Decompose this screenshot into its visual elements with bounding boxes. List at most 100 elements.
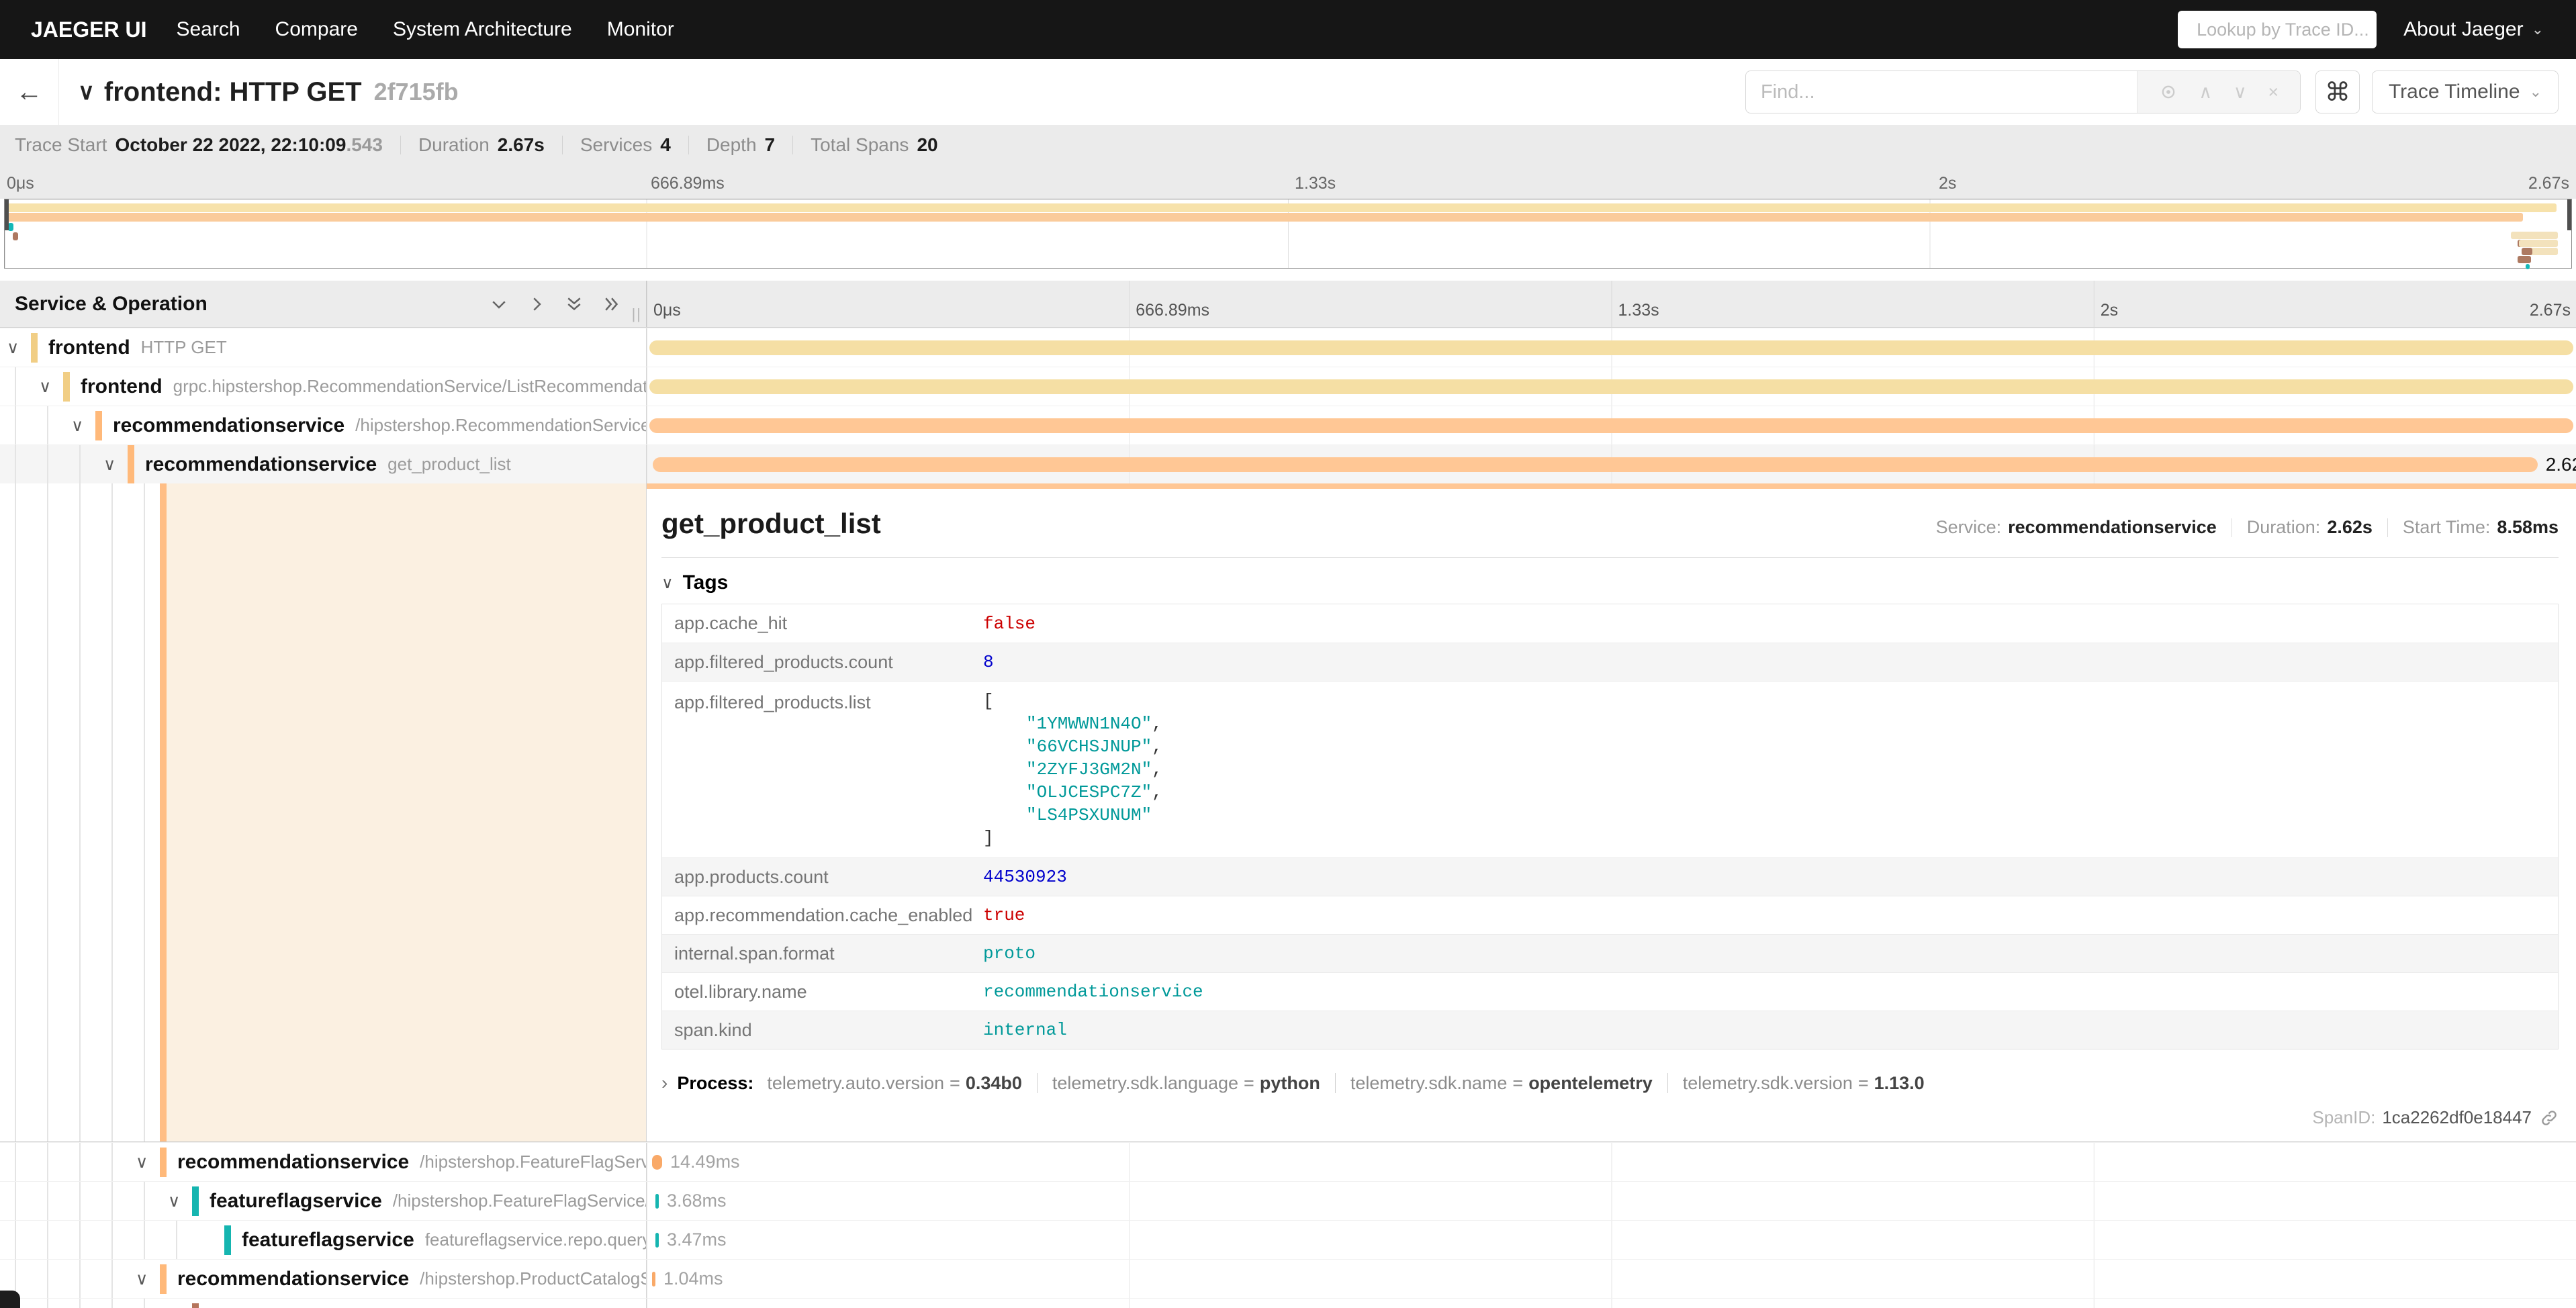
collapse-one-icon[interactable] bbox=[489, 294, 509, 314]
service-value: recommendationservice bbox=[2008, 517, 2217, 538]
duration-value: 2.62s bbox=[2327, 517, 2373, 538]
chevron-down-icon[interactable]: ∨ bbox=[103, 455, 128, 475]
span-duration-bar[interactable] bbox=[649, 340, 2573, 355]
span-bar-cell[interactable]: 1.04ms bbox=[647, 1260, 2576, 1298]
span-row-get-product-list-selected[interactable]: ∨ recommendationservice get_product_list… bbox=[0, 445, 2576, 483]
back-button[interactable]: ← bbox=[0, 59, 59, 125]
span-duration-bar[interactable] bbox=[652, 1155, 662, 1170]
span-bar-cell[interactable] bbox=[647, 406, 2576, 445]
chevron-down-icon[interactable]: ∨ bbox=[136, 1269, 160, 1289]
expand-all-icon[interactable] bbox=[602, 294, 622, 314]
span-bar-cell[interactable]: 2.62s bbox=[647, 445, 2576, 483]
duration-label: Duration bbox=[418, 134, 490, 156]
locate-icon[interactable] bbox=[2159, 83, 2178, 101]
nav-item-monitor[interactable]: Monitor bbox=[607, 18, 674, 41]
find-next-icon[interactable]: ∨ bbox=[2234, 82, 2247, 103]
about-jaeger-menu[interactable]: About Jaeger ⌄ bbox=[2403, 18, 2544, 41]
chevron-down-icon[interactable]: ∨ bbox=[71, 416, 95, 436]
span-operation: /hipstershop.ProductCatalogSer... bbox=[420, 1268, 646, 1289]
process-value: python bbox=[1260, 1073, 1320, 1094]
chevron-down-icon[interactable]: ∨ bbox=[39, 377, 63, 397]
span-row-recommendation-list[interactable]: ∨ recommendationservice /hipstershop.Rec… bbox=[0, 406, 2576, 445]
span-detail-left-gutter bbox=[0, 483, 647, 1141]
minimap-span-right-6 bbox=[2518, 256, 2531, 263]
indent-guides bbox=[0, 1221, 200, 1259]
service-color-bar bbox=[160, 1148, 167, 1177]
find-group: Find... ∧ ∨ × bbox=[1745, 71, 2301, 113]
find-input[interactable]: Find... bbox=[1746, 71, 2137, 113]
span-row-featureflagservice[interactable]: ∨ featureflagservice /hipstershop.Featur… bbox=[0, 1181, 2576, 1220]
span-bar-cell[interactable]: 3.47ms bbox=[647, 1221, 2576, 1259]
indent-guides bbox=[0, 1143, 136, 1181]
trace-id-lookup-input[interactable]: Lookup by Trace ID... bbox=[2178, 11, 2377, 48]
collapse-all-icon[interactable] bbox=[564, 294, 584, 314]
trace-start-value: October 22 2022, 22:10:09 bbox=[115, 134, 346, 156]
span-detail-accent-bar[interactable] bbox=[160, 483, 167, 1141]
trace-view-selector[interactable]: Trace Timeline ⌄ bbox=[2372, 71, 2559, 113]
ruler-tick: 2.67s bbox=[2530, 301, 2571, 320]
span-duration-bar[interactable] bbox=[649, 418, 2573, 433]
find-prev-icon[interactable]: ∧ bbox=[2199, 82, 2212, 103]
tag-row[interactable]: app.products.count 44530923 bbox=[662, 857, 2558, 896]
minimap-span-right-3 bbox=[2519, 240, 2558, 247]
column-resizer-grip[interactable]: || bbox=[632, 306, 642, 323]
tag-row[interactable]: span.kind internal bbox=[662, 1011, 2558, 1049]
divider bbox=[661, 557, 2559, 558]
span-duration-bar[interactable] bbox=[653, 457, 2538, 472]
keyboard-shortcuts-button[interactable]: ⌘ bbox=[2315, 71, 2360, 113]
minimap-right-handle[interactable] bbox=[2567, 199, 2571, 230]
nav-item-system-architecture[interactable]: System Architecture bbox=[393, 18, 572, 41]
minimap-span-frontend-grpc bbox=[7, 213, 2523, 222]
minimap-tick: 666.89ms bbox=[651, 174, 725, 193]
span-duration-label: 2.62s bbox=[2546, 454, 2576, 475]
span-bar-cell[interactable] bbox=[647, 328, 2576, 367]
span-row-frontend-http-get[interactable]: ∨ frontend HTTP GET bbox=[0, 328, 2576, 367]
span-detail-panel: get_product_list Service: recommendation… bbox=[647, 483, 2576, 1141]
chevron-down-icon[interactable]: ∨ bbox=[7, 338, 31, 358]
chevron-down-icon[interactable]: ∨ bbox=[136, 1152, 160, 1172]
minimap-left-handle[interactable] bbox=[5, 199, 9, 230]
span-duration-bar[interactable] bbox=[649, 379, 2573, 394]
chevron-down-icon[interactable]: ∨ bbox=[168, 1191, 192, 1211]
minimap-tick-labels: 0μs 666.89ms 1.33s 2s 2.67s bbox=[0, 165, 2576, 199]
link-icon[interactable] bbox=[2540, 1109, 2559, 1127]
total-spans-label: Total Spans bbox=[811, 134, 909, 156]
jaeger-logo[interactable]: JAEGER UI bbox=[31, 17, 146, 42]
minimap-span-right-teal bbox=[2526, 264, 2530, 269]
tag-value: recommendationservice bbox=[983, 982, 1203, 1002]
span-duration-bar[interactable] bbox=[655, 1194, 659, 1209]
span-row-featureflag-repo-query[interactable]: ∨ featureflagservice featureflagservice.… bbox=[0, 1220, 2576, 1259]
tag-row[interactable]: internal.span.format proto bbox=[662, 934, 2558, 972]
tag-value: internal bbox=[983, 1020, 1067, 1040]
span-bar-cell[interactable]: 3.68ms bbox=[647, 1182, 2576, 1220]
span-duration-bar[interactable] bbox=[652, 1272, 655, 1287]
span-row-partially-visible[interactable] bbox=[0, 1298, 2576, 1308]
tag-row[interactable]: otel.library.name recommendationservice bbox=[662, 972, 2558, 1011]
tag-row[interactable]: app.filtered_products.list ["1YMWWN1N4O"… bbox=[662, 681, 2558, 857]
service-operation-header: Service & Operation || bbox=[0, 281, 647, 327]
span-bar-cell[interactable] bbox=[647, 1299, 2576, 1308]
minimap-span-brown bbox=[13, 232, 18, 240]
nav-item-compare[interactable]: Compare bbox=[275, 18, 358, 41]
span-bar-cell[interactable]: 14.49ms bbox=[647, 1143, 2576, 1181]
span-row-productcatalog-parent[interactable]: ∨ recommendationservice /hipstershop.Pro… bbox=[0, 1259, 2576, 1298]
tag-row[interactable]: app.recommendation.cache_enabled true bbox=[662, 896, 2558, 934]
indent-guides bbox=[0, 328, 7, 367]
tag-row[interactable]: app.filtered_products.count 8 bbox=[662, 643, 2558, 681]
process-section[interactable]: › Process: telemetry.auto.version = 0.34… bbox=[661, 1072, 2559, 1094]
equals-sign: = bbox=[1512, 1073, 1523, 1094]
find-clear-icon[interactable]: × bbox=[2268, 82, 2279, 103]
corner-artifact bbox=[0, 1291, 20, 1308]
span-duration-bar[interactable] bbox=[655, 1233, 659, 1248]
process-key: telemetry.sdk.language bbox=[1052, 1073, 1238, 1094]
expand-one-icon[interactable] bbox=[526, 294, 547, 314]
span-bar-cell[interactable] bbox=[647, 367, 2576, 406]
tag-row[interactable]: app.cache_hit false bbox=[662, 604, 2558, 643]
span-row-frontend-grpc[interactable]: ∨ frontend grpc.hipstershop.Recommendati… bbox=[0, 367, 2576, 406]
tags-section-header[interactable]: ∨ Tags bbox=[661, 571, 2559, 594]
trace-minimap[interactable] bbox=[4, 199, 2572, 269]
collapse-trace-chevron-icon[interactable]: ∨ bbox=[78, 79, 95, 105]
chevron-right-icon: › bbox=[661, 1072, 668, 1094]
span-row-featureflag-parent[interactable]: ∨ recommendationservice /hipstershop.Fea… bbox=[0, 1142, 2576, 1181]
nav-item-search[interactable]: Search bbox=[176, 18, 240, 41]
